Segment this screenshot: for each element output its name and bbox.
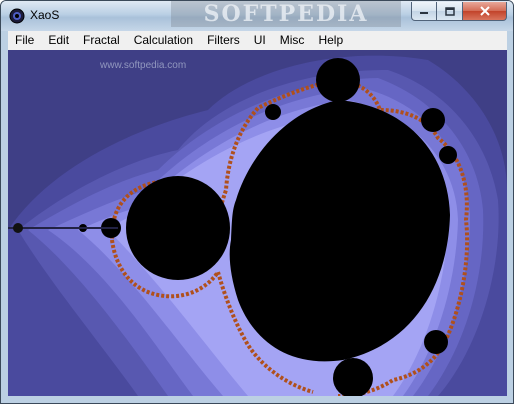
- window-title: XaoS: [30, 8, 60, 22]
- menu-filters[interactable]: Filters: [200, 31, 247, 50]
- title-bar[interactable]: SOFTPEDIA XaoS: [1, 1, 513, 31]
- menu-edit[interactable]: Edit: [41, 31, 76, 50]
- app-window: SOFTPEDIA XaoS File Edit Fractal Calcula…: [0, 0, 514, 404]
- close-button[interactable]: [463, 2, 507, 21]
- menu-bar: File Edit Fractal Calculation Filters UI…: [8, 31, 507, 50]
- caption-buttons: [411, 2, 507, 21]
- maximize-button[interactable]: [437, 2, 463, 21]
- mandelbrot-image[interactable]: [8, 50, 507, 396]
- menu-ui[interactable]: UI: [247, 31, 273, 50]
- maximize-icon: [444, 6, 455, 16]
- title-watermark: SOFTPEDIA: [171, 1, 401, 27]
- menu-fractal[interactable]: Fractal: [76, 31, 127, 50]
- close-icon: [479, 6, 490, 16]
- minimize-icon: [420, 12, 428, 14]
- menu-calculation[interactable]: Calculation: [127, 31, 200, 50]
- minimize-button[interactable]: [411, 2, 437, 21]
- menu-help[interactable]: Help: [311, 31, 350, 50]
- fractal-canvas[interactable]: www.softpedia.com: [8, 50, 507, 396]
- watermark-text: www.softpedia.com: [100, 60, 187, 71]
- menu-misc[interactable]: Misc: [273, 31, 312, 50]
- xaos-app-icon[interactable]: [9, 8, 25, 24]
- menu-file[interactable]: File: [8, 31, 41, 50]
